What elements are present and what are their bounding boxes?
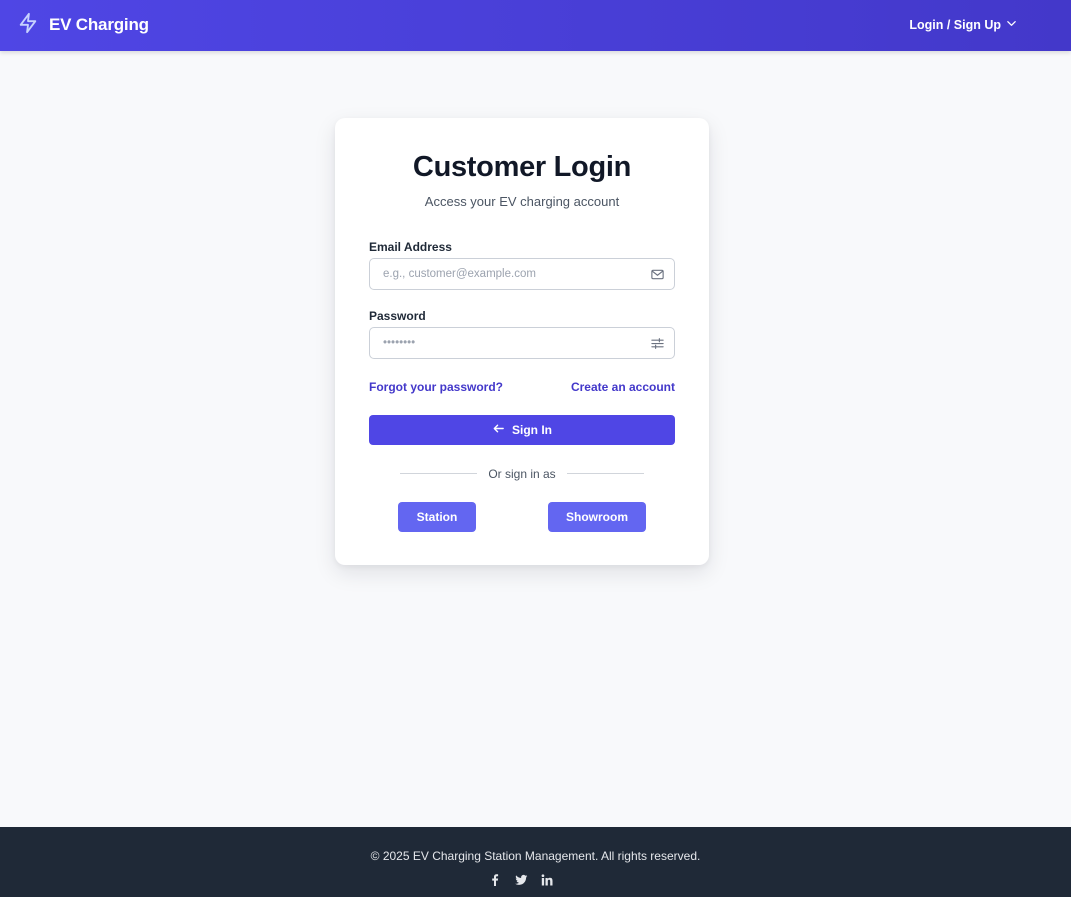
email-label: Email Address — [369, 240, 452, 254]
chevron-down-icon — [1006, 16, 1017, 34]
password-field-wrapper — [369, 327, 675, 359]
showroom-login-button[interactable]: Showroom — [548, 502, 646, 532]
top-navbar: EV Charging Login / Sign Up — [0, 0, 1071, 51]
station-login-button[interactable]: Station — [398, 502, 476, 532]
mail-icon — [650, 267, 665, 282]
password-label: Password — [369, 309, 426, 323]
linkedin-icon[interactable] — [540, 873, 554, 887]
brand-logo-link[interactable]: EV Charging — [17, 11, 149, 40]
forgot-password-link[interactable]: Forgot your password? — [369, 380, 503, 394]
sliders-icon[interactable] — [650, 336, 665, 351]
social-links — [488, 873, 554, 887]
password-input[interactable] — [370, 328, 674, 358]
divider-line-right — [567, 473, 644, 474]
arrow-left-icon — [492, 422, 505, 438]
facebook-icon[interactable] — [488, 873, 502, 887]
divider-text: Or sign in as — [488, 467, 556, 481]
login-signup-menu[interactable]: Login / Sign Up — [909, 16, 1017, 34]
login-signup-label: Login / Sign Up — [909, 18, 1001, 32]
lightning-bolt-icon — [17, 11, 39, 40]
sign-in-button[interactable]: Sign In — [369, 415, 675, 445]
twitter-icon[interactable] — [514, 873, 528, 887]
brand-name: EV Charging — [49, 15, 149, 34]
login-card: Customer Login Access your EV charging a… — [335, 118, 709, 565]
create-account-link[interactable]: Create an account — [571, 380, 675, 394]
copyright-text: © 2025 EV Charging Station Management. A… — [370, 849, 701, 863]
page-title: Customer Login — [412, 151, 632, 183]
email-field-wrapper — [369, 258, 675, 290]
sign-in-label: Sign In — [512, 423, 552, 437]
page-subtitle: Access your EV charging account — [424, 194, 620, 209]
footer: © 2025 EV Charging Station Management. A… — [0, 827, 1071, 897]
email-input[interactable] — [370, 259, 674, 289]
